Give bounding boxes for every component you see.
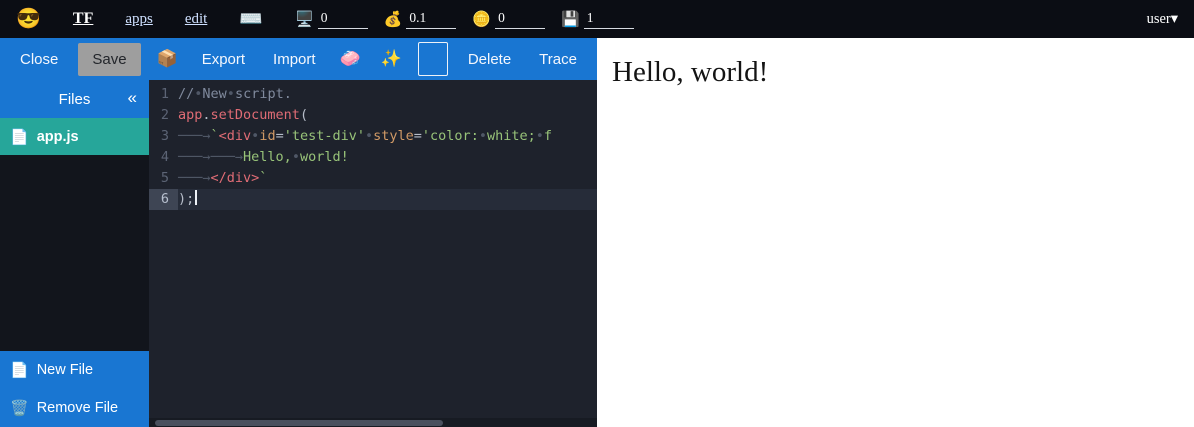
code-text: ───→───→Hello,•world! — [178, 147, 349, 168]
sidebar-empty-area — [0, 155, 149, 351]
code-editor[interactable]: 1//•New•script.2app.setDocument(3───→`<d… — [149, 80, 597, 427]
screen: 😎 TF apps edit ⌨️ 🖥️ 0 💰 0.1 🪙 0 💾 1 use — [0, 0, 1194, 427]
close-button[interactable]: Close — [12, 43, 66, 76]
file-name: app.js — [37, 129, 79, 145]
code-text: ───→</div>` — [178, 168, 267, 189]
stat-monitor[interactable]: 🖥️ 0 — [295, 10, 368, 29]
code-lines[interactable]: 1//•New•script.2app.setDocument(3───→`<d… — [149, 80, 597, 418]
toolbar: Close Save 📦 Export Import 🧼 ✨ Delete Tr… — [0, 38, 597, 80]
line-number: 1 — [149, 84, 178, 105]
new-file-label: New File — [37, 362, 93, 378]
horizontal-scrollbar[interactable] — [149, 418, 597, 427]
text-cursor — [195, 190, 197, 205]
import-button[interactable]: Import — [265, 43, 324, 76]
line-number: 4 — [149, 147, 178, 168]
workspace: Files « 📄 app.js 📄 New File — [0, 80, 597, 427]
sidebar-title: Files — [59, 91, 91, 108]
save-button[interactable]: Save — [78, 43, 140, 76]
code-line[interactable]: 2app.setDocument( — [149, 105, 597, 126]
line-number: 3 — [149, 126, 178, 147]
apps-link[interactable]: apps — [125, 11, 153, 28]
keyboard-icon[interactable]: ⌨️ — [239, 7, 263, 31]
code-line[interactable]: 1//•New•script. — [149, 84, 597, 105]
output-preview: Hello, world! — [597, 38, 1194, 427]
stat-money-value: 0.1 — [406, 10, 456, 29]
files-sidebar: Files « 📄 app.js 📄 New File — [0, 80, 149, 427]
stat-money[interactable]: 💰 0.1 — [384, 10, 457, 29]
stat-coin[interactable]: 🪙 0 — [472, 10, 545, 29]
main-area: Close Save 📦 Export Import 🧼 ✨ Delete Tr… — [0, 38, 1194, 427]
brand-link[interactable]: TF — [73, 10, 93, 28]
blank-button[interactable] — [418, 42, 448, 76]
file-icon: 📄 — [10, 128, 29, 146]
scrollbar-thumb[interactable] — [155, 420, 443, 426]
soap-icon[interactable]: 🧼 — [336, 43, 365, 75]
new-file-icon: 📄 — [10, 361, 29, 379]
delete-button[interactable]: Delete — [460, 43, 519, 76]
code-line[interactable]: 3───→`<div•id='test-div'•style='color:•w… — [149, 126, 597, 147]
code-text: ───→`<div•id='test-div'•style='color:•wh… — [178, 126, 552, 147]
money-bag-icon: 💰 — [384, 11, 403, 29]
stat-monitor-value: 0 — [318, 10, 368, 29]
output-text: Hello, world! — [612, 56, 1194, 89]
editor-pane: Close Save 📦 Export Import 🧼 ✨ Delete Tr… — [0, 38, 597, 427]
topbar-stats: 🖥️ 0 💰 0.1 🪙 0 💾 1 — [295, 10, 634, 29]
coin-icon: 🪙 — [472, 11, 491, 29]
stat-disk[interactable]: 💾 1 — [561, 10, 634, 29]
code-line[interactable]: 4───→───→Hello,•world! — [149, 147, 597, 168]
line-number: 6 — [149, 189, 178, 210]
monitor-icon: 🖥️ — [295, 11, 314, 29]
export-button[interactable]: Export — [194, 43, 253, 76]
floppy-disk-icon: 💾 — [561, 11, 580, 29]
smiley-logo-icon: 😎 — [16, 9, 41, 29]
code-line[interactable]: 5───→</div>` — [149, 168, 597, 189]
stat-disk-value: 1 — [584, 10, 634, 29]
trash-icon: 🗑️ — [10, 399, 29, 417]
sidebar-actions: 📄 New File 🗑️ Remove File — [0, 351, 149, 427]
code-text: app.setDocument( — [178, 105, 308, 126]
stat-coin-value: 0 — [495, 10, 545, 29]
remove-file-label: Remove File — [37, 400, 118, 416]
code-line[interactable]: 6); — [149, 189, 597, 210]
file-item-appjs[interactable]: 📄 app.js — [0, 118, 149, 155]
sidebar-header: Files « — [0, 80, 149, 118]
remove-file-button[interactable]: 🗑️ Remove File — [0, 389, 149, 427]
package-icon[interactable]: 📦 — [153, 43, 182, 75]
topbar: 😎 TF apps edit ⌨️ 🖥️ 0 💰 0.1 🪙 0 💾 1 use — [0, 0, 1194, 38]
collapse-sidebar-icon[interactable]: « — [128, 88, 137, 108]
trace-button[interactable]: Trace — [531, 43, 585, 76]
line-number: 2 — [149, 105, 178, 126]
edit-link[interactable]: edit — [185, 11, 208, 28]
code-text: ); — [178, 189, 197, 210]
code-text: //•New•script. — [178, 84, 292, 105]
line-number: 5 — [149, 168, 178, 189]
sparkles-icon[interactable]: ✨ — [377, 43, 406, 75]
new-file-button[interactable]: 📄 New File — [0, 351, 149, 389]
user-menu[interactable]: user▾ — [1147, 11, 1178, 28]
